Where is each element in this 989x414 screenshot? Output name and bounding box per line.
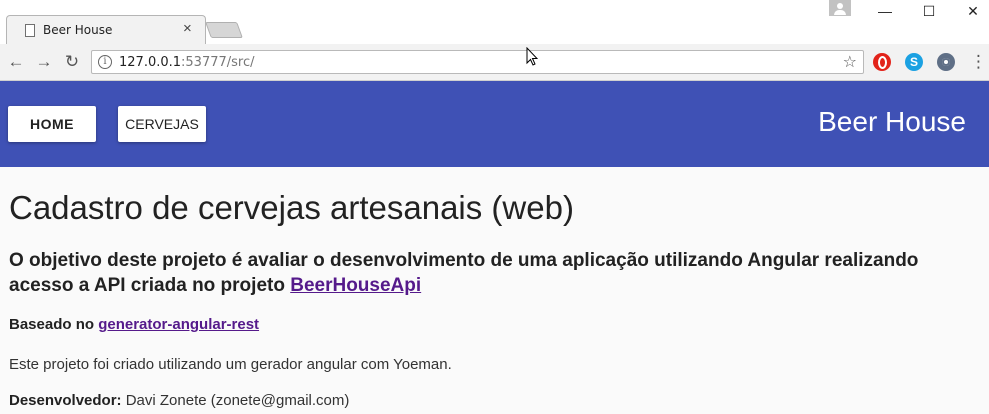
new-tab-button[interactable] — [205, 22, 243, 38]
developer-info: Desenvolvedor: Davi Zonete (zonete@gmail… — [9, 392, 349, 409]
browser-tab[interactable]: Beer House × — [6, 15, 206, 44]
generator-link[interactable]: generator-angular-rest — [98, 316, 259, 333]
brand-title[interactable]: Beer House — [818, 106, 966, 138]
based-on-text: Baseado no generator-angular-rest — [9, 316, 260, 333]
url-text[interactable]: 127.0.0.1:53777/src/ — [119, 55, 255, 70]
close-window-button[interactable]: ✕ — [950, 0, 989, 22]
browser-toolbar: ← → ↻ i 127.0.0.1:53777/src/ ☆ S ⋮ — [0, 44, 989, 81]
user-profile-icon[interactable] — [829, 0, 851, 16]
app-navbar: HOME CERVEJAS Beer House — [0, 81, 989, 167]
bookmark-star-icon[interactable]: ☆ — [843, 52, 857, 72]
developer-value: Davi Zonete (zonete@gmail.com) — [121, 392, 350, 409]
browser-titlebar: Beer House × — ☐ ✕ — [0, 0, 989, 44]
eye-extension-icon[interactable] — [937, 53, 955, 71]
generator-note: Este projeto foi criado utilizando um ge… — [9, 356, 452, 373]
page-icon — [25, 24, 35, 37]
objective-text: O objetivo deste projeto é avaliar o des… — [9, 250, 919, 296]
beerhouseapi-link[interactable]: BeerHouseApi — [290, 275, 421, 296]
home-button[interactable]: HOME — [8, 106, 96, 142]
skype-icon[interactable]: S — [905, 53, 923, 71]
developer-label: Desenvolvedor: — [9, 392, 122, 409]
info-icon[interactable]: i — [98, 55, 112, 69]
page-title: Cadastro de cervejas artesanais (web) — [9, 189, 574, 226]
reload-icon[interactable]: ↻ — [61, 52, 83, 72]
tab-close-icon[interactable]: × — [183, 20, 192, 37]
browser-menu-icon[interactable]: ⋮ — [970, 52, 987, 72]
forward-arrow-icon[interactable]: → — [33, 52, 55, 72]
address-bar[interactable]: i 127.0.0.1:53777/src/ ☆ — [91, 50, 864, 74]
mouse-cursor-icon — [526, 47, 538, 66]
opera-icon[interactable] — [873, 53, 891, 71]
minimize-button[interactable]: — — [862, 0, 908, 22]
cervejas-button[interactable]: CERVEJAS — [118, 106, 206, 142]
maximize-button[interactable]: ☐ — [906, 0, 952, 22]
tab-title: Beer House — [43, 23, 113, 37]
back-arrow-icon[interactable]: ← — [5, 52, 27, 72]
